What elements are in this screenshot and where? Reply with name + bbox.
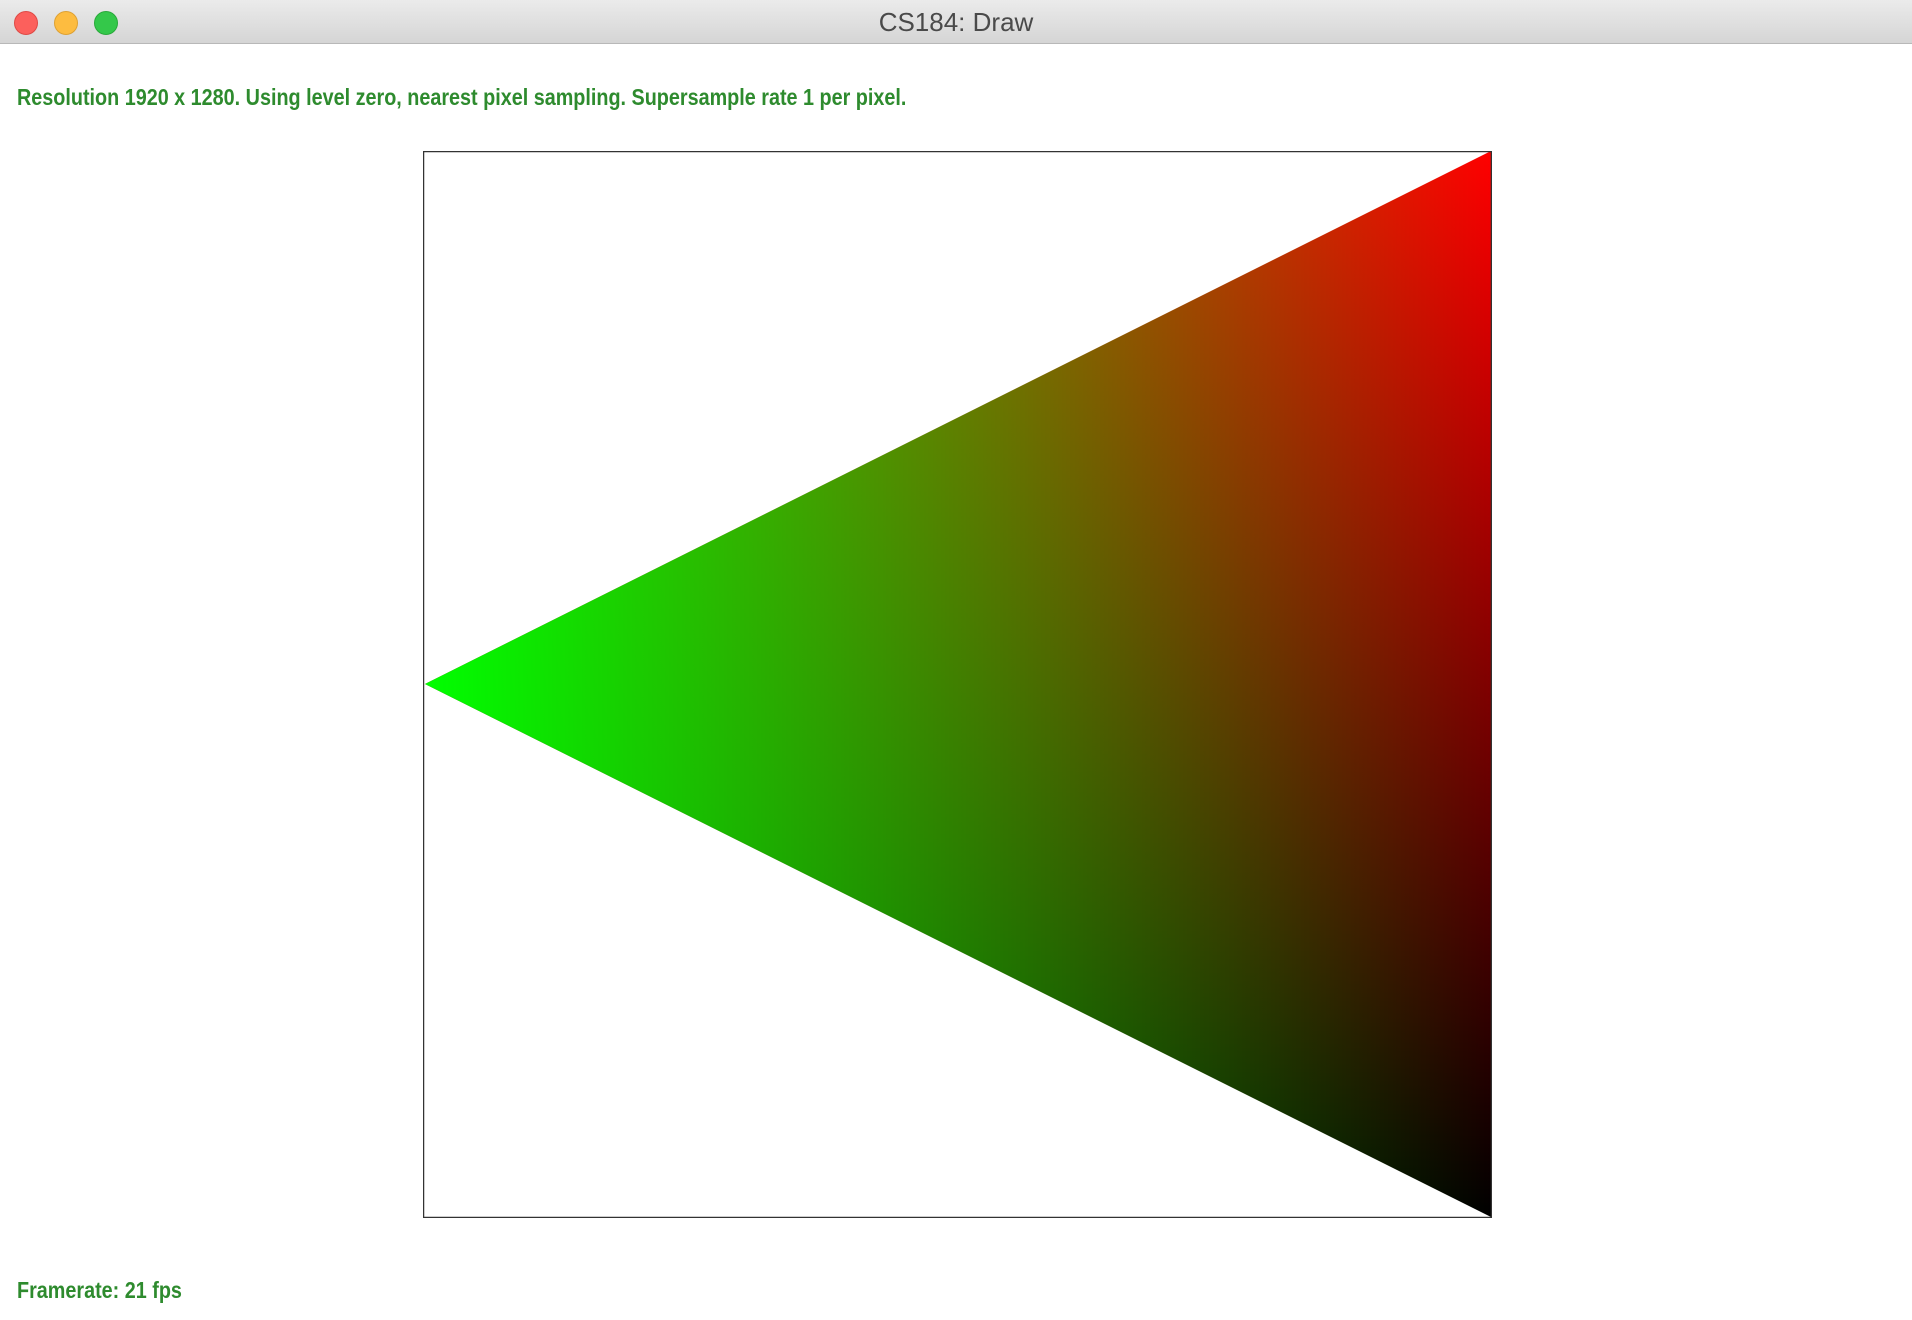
render-info-text: Resolution 1920 x 1280. Using level zero…	[17, 84, 907, 110]
render-canvas[interactable]	[423, 151, 1492, 1218]
render-svg	[423, 151, 1492, 1218]
app-window: CS184: Draw Resolution 1920 x 1280. Usin…	[0, 0, 1912, 1320]
window-title: CS184: Draw	[878, 7, 1034, 37]
framerate-text: Framerate: 21 fps	[17, 1277, 182, 1303]
title-bar[interactable]: CS184: Draw	[0, 0, 1912, 44]
